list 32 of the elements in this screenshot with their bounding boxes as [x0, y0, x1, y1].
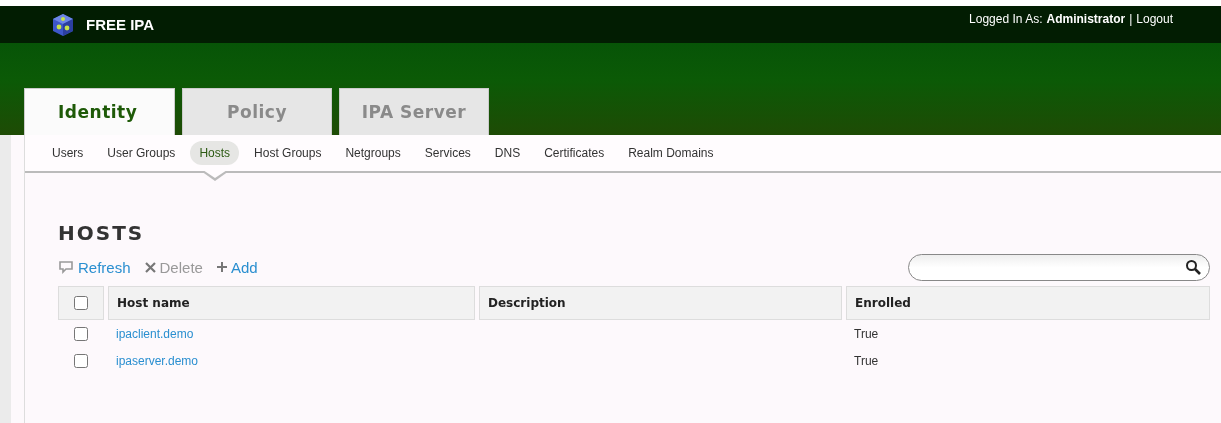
column-header: Description	[479, 286, 842, 320]
login-label: Logged In As:	[969, 12, 1043, 26]
select-all-checkbox[interactable]	[74, 296, 88, 310]
subnav-item[interactable]: Users	[43, 141, 93, 165]
column-header: Enrolled	[846, 286, 1210, 320]
subnav-item[interactable]: Netgroups	[336, 141, 410, 165]
close-icon	[144, 261, 156, 273]
cube-logo-icon	[52, 12, 74, 37]
row-checkbox[interactable]	[74, 353, 88, 368]
table-cell: True	[854, 326, 879, 341]
app-title: FREE IPA	[86, 16, 155, 33]
subnav-item[interactable]: Realm Domains	[619, 141, 723, 165]
table-cell: True	[854, 353, 879, 368]
column-header: Host name	[108, 286, 475, 320]
subnav-item[interactable]: Certificates	[535, 141, 614, 165]
subnav-item[interactable]: Host Groups	[245, 141, 331, 165]
action-button[interactable]: Refresh	[58, 258, 131, 276]
refresh-icon	[58, 260, 74, 274]
subnav-item[interactable]: User Groups	[98, 141, 185, 165]
row-checkbox[interactable]	[74, 326, 88, 341]
host-link[interactable]: ipaclient.demo	[116, 326, 194, 341]
separator: |	[1129, 12, 1133, 26]
host-link[interactable]: ipaserver.demo	[116, 353, 199, 368]
subnav-item[interactable]: DNS	[485, 141, 530, 165]
plus-icon	[216, 262, 227, 272]
user-name: Administrator	[1046, 12, 1126, 26]
search-icon	[1185, 258, 1201, 275]
search-field[interactable]	[908, 253, 1210, 281]
subnav-item[interactable]: Services	[415, 141, 480, 165]
main-tab[interactable]: Identity	[24, 88, 175, 135]
page-title: HOSTS	[58, 221, 146, 245]
logout-link[interactable]: Logout	[1136, 12, 1173, 26]
